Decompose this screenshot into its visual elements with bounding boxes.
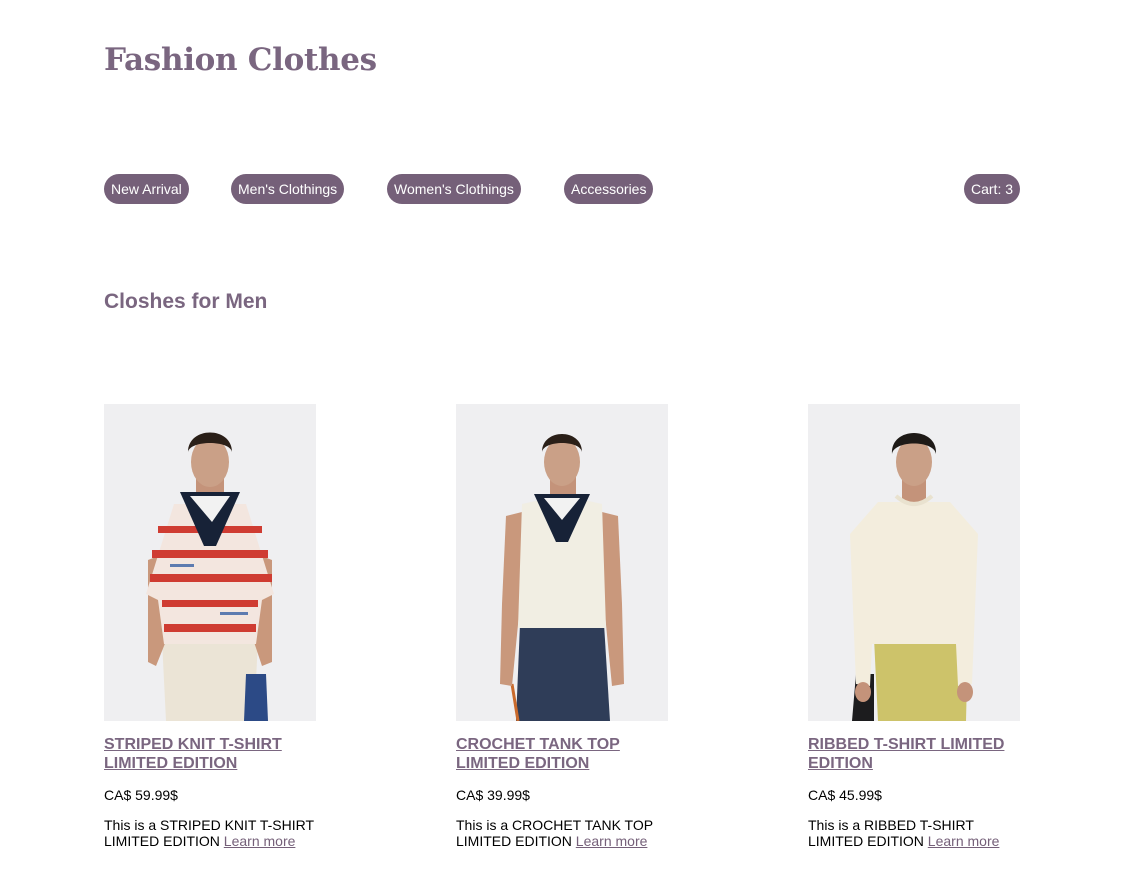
product-title-striped-knit[interactable]: STRIPED KNIT T-SHIRT LIMITED EDITION bbox=[104, 735, 316, 773]
learn-more-link[interactable]: Learn more bbox=[576, 833, 648, 849]
site-title: Fashion Clothes bbox=[104, 42, 377, 78]
product-image-ribbed-tshirt[interactable] bbox=[808, 404, 1020, 721]
cart-button[interactable]: Cart: 3 bbox=[964, 174, 1021, 204]
learn-more-link[interactable]: Learn more bbox=[928, 833, 1000, 849]
product-description-crochet-tank: This is a CROCHET TANK TOP LIMITED EDITI… bbox=[456, 817, 668, 849]
product-price-crochet-tank: CA$ 39.99$ bbox=[456, 787, 530, 803]
product-image-crochet-tank[interactable] bbox=[456, 404, 668, 721]
nav-accessories[interactable]: Accessories bbox=[564, 174, 654, 204]
nav-mens-clothings[interactable]: Men's Clothings bbox=[231, 174, 345, 204]
learn-more-link[interactable]: Learn more bbox=[224, 833, 296, 849]
product-description-ribbed-tshirt: This is a RIBBED T-SHIRT LIMITED EDITION… bbox=[808, 817, 1020, 849]
product-card-striped-knit: STRIPED KNIT T-SHIRT LIMITED EDITION CA$… bbox=[104, 404, 316, 849]
product-title-crochet-tank[interactable]: CROCHET TANK TOP LIMITED EDITION bbox=[456, 735, 668, 773]
section-title: Closhes for Men bbox=[104, 290, 268, 313]
product-price-striped-knit: CA$ 59.99$ bbox=[104, 787, 178, 803]
product-price-ribbed-tshirt: CA$ 45.99$ bbox=[808, 787, 882, 803]
product-card-ribbed-tshirt: RIBBED T-SHIRT LIMITED EDITION CA$ 45.99… bbox=[808, 404, 1020, 849]
product-card-crochet-tank: CROCHET TANK TOP LIMITED EDITION CA$ 39.… bbox=[456, 404, 668, 849]
product-title-ribbed-tshirt[interactable]: RIBBED T-SHIRT LIMITED EDITION bbox=[808, 735, 1020, 773]
product-image-striped-knit[interactable] bbox=[104, 404, 316, 721]
nav-womens-clothings[interactable]: Women's Clothings bbox=[387, 174, 521, 204]
product-description-striped-knit: This is a STRIPED KNIT T-SHIRT LIMITED E… bbox=[104, 817, 316, 849]
nav-new-arrival[interactable]: New Arrival bbox=[104, 174, 189, 204]
